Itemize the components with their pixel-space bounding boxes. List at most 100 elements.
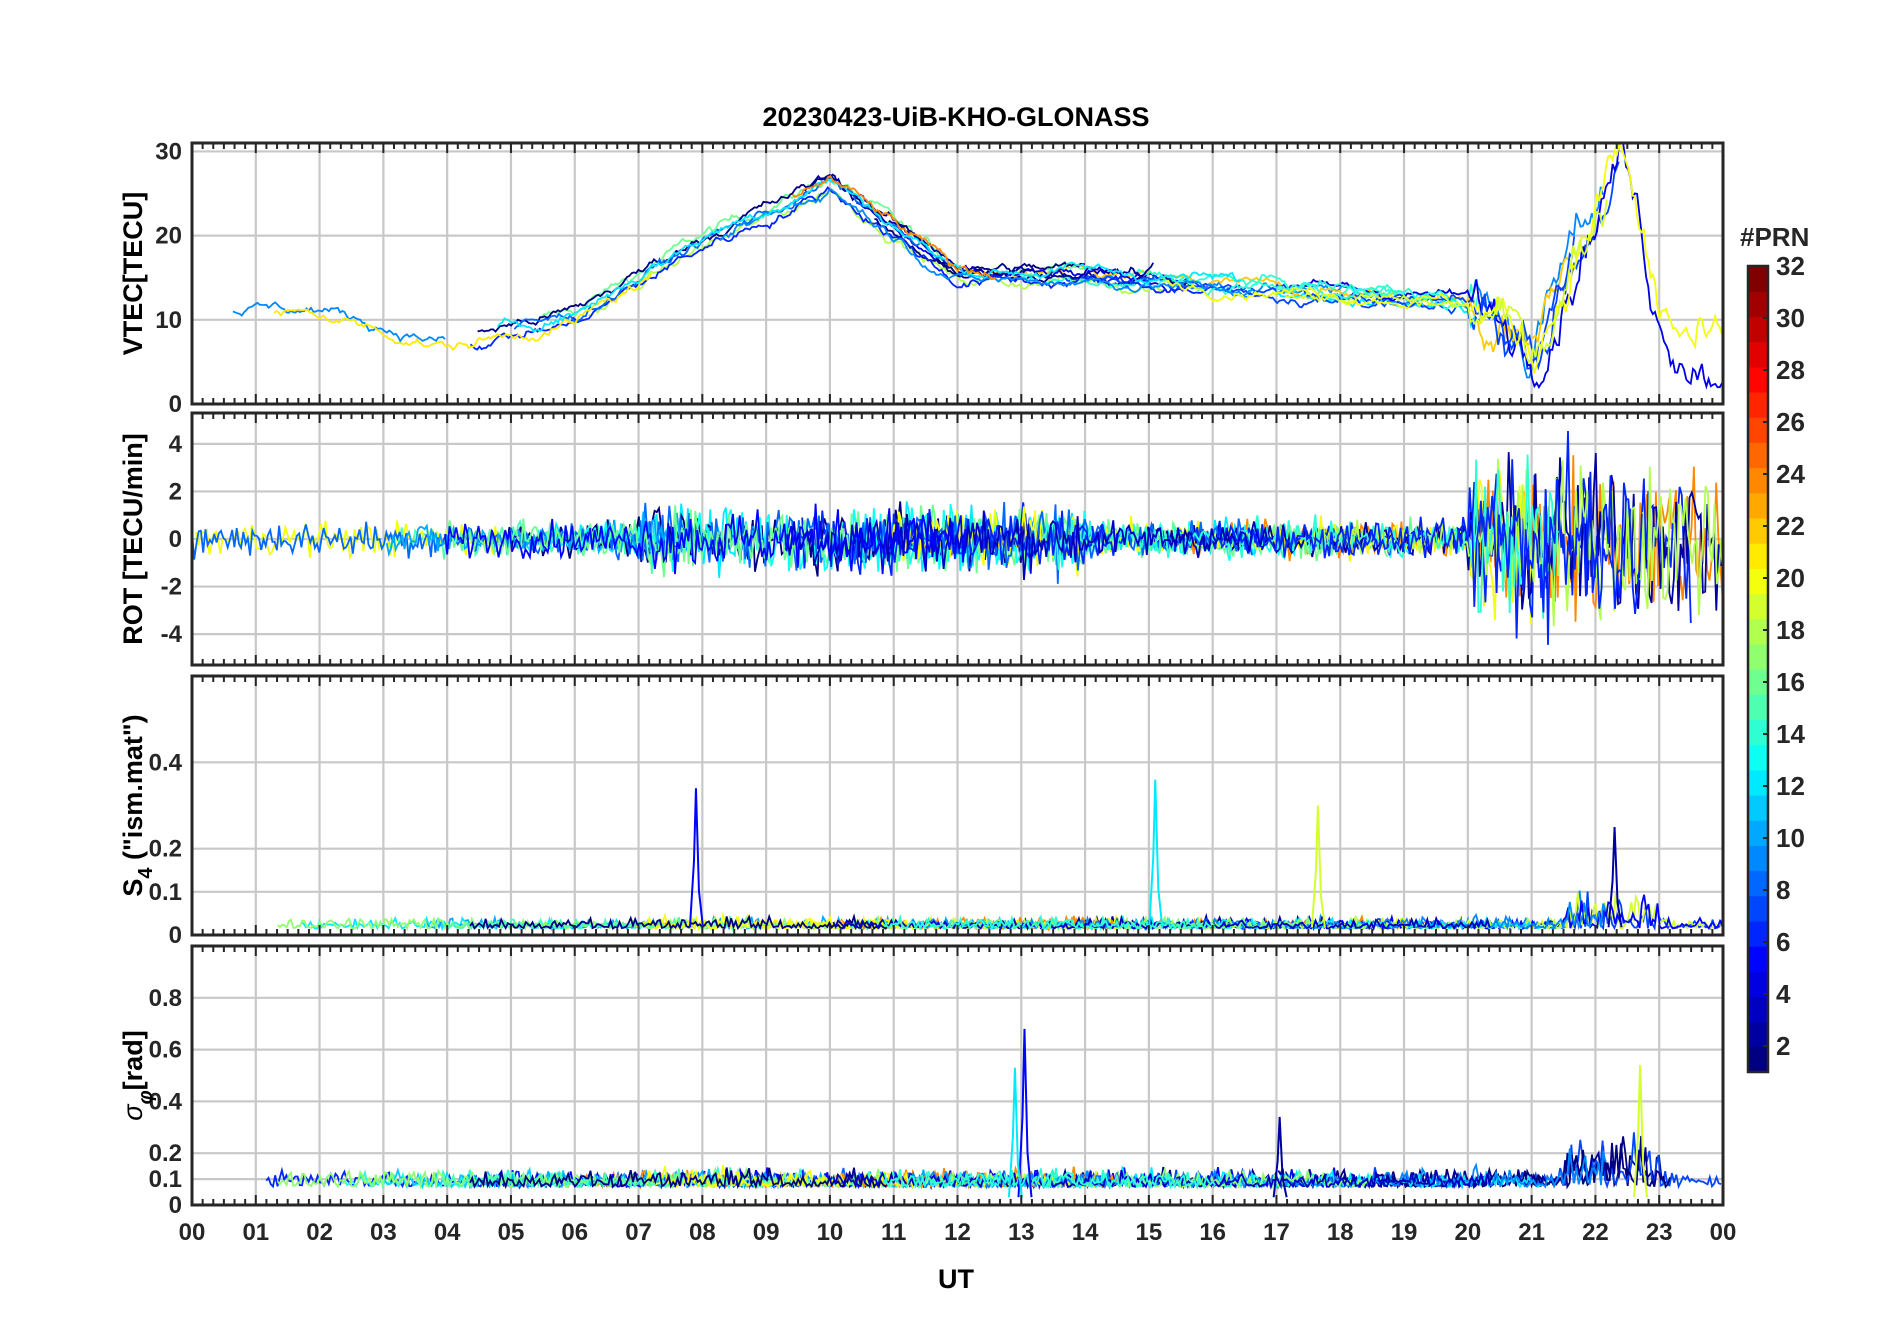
colorbar-segment [1748,442,1768,469]
x-tick-label: 06 [561,1219,588,1246]
colorbar-segment [1748,266,1768,292]
figure: 20230423-UiB-KHO-GLONASS 0102030VTEC[TEC… [118,102,1809,1294]
x-tick-label: 00 [1710,1219,1737,1246]
y-tick-label: 0 [169,391,182,418]
colorbar-tick-label: 30 [1776,303,1805,333]
colorbar-tick-label: 32 [1776,251,1805,281]
colorbar-segment [1748,492,1768,519]
y-label-main: S [118,879,148,897]
x-tick-label: 05 [498,1219,525,1246]
series-line [804,173,1154,280]
panels: 0102030VTEC[TECU]-4-2024ROT [TECU/min]00… [118,138,1737,1246]
colorbar-segment [1748,593,1768,620]
x-tick-label: 02 [306,1219,333,1246]
colorbar-segment [1748,820,1768,846]
y-tick-label: 0.2 [149,836,182,863]
figure-title: 20230423-UiB-KHO-GLONASS [762,102,1149,132]
colorbar-tick-label: 16 [1776,667,1805,697]
y-axis-label: VTEC[TECU] [118,192,148,356]
colorbar-tick-label: 8 [1776,875,1790,905]
y-tick-label: 0.6 [149,1037,182,1064]
colorbar-segment [1748,895,1768,922]
x-tick-label: 16 [1199,1219,1226,1246]
colorbar-label: #PRN [1740,222,1809,252]
colorbar-segment [1748,316,1768,343]
x-tick-label: 12 [944,1219,971,1246]
x-tick-label: 15 [1136,1219,1163,1246]
x-tick-label: 19 [1391,1219,1418,1246]
x-tick-label: 09 [753,1219,780,1246]
colorbar: 2468101214161820222426283032#PRN [1740,222,1809,1074]
series-line [1093,186,1604,379]
series-line [469,186,1208,351]
colorbar-segment [1748,946,1768,972]
y-axis-label: ROT [TECU/min] [118,433,148,644]
colorbar-tick-label: 2 [1776,1031,1790,1061]
series-traces [265,1028,1722,1198]
colorbar-tick-label: 10 [1776,823,1805,853]
colorbar-segment [1748,643,1768,670]
y-tick-label: -4 [161,621,183,648]
y-tick-label: 20 [155,223,182,250]
y-label-main: σ [118,1103,148,1121]
panel-vtec: 0 10 20 30 VTEC[TECU] [118,138,1725,418]
colorbar-tick-label: 22 [1776,511,1805,541]
colorbar-segment [1748,1021,1768,1048]
x-tick-label: 13 [1008,1219,1035,1246]
y-tick-label: 0.2 [149,1140,182,1167]
peak-mark [1310,805,1326,928]
colorbar-tick-label: 14 [1776,719,1805,749]
panel-rot: -4 -2 0 2 4 ROT [TECU/min] [118,411,1725,667]
y-tick-label: 30 [155,138,182,165]
colorbar-segment [1748,870,1768,897]
colorbar-segment [1748,618,1768,645]
y-axis-label: S4 ("ism.mat") [118,714,157,896]
y-tick-label: 0.1 [149,879,182,906]
x-tick-label: 04 [434,1219,461,1246]
colorbar-segment [1748,543,1768,569]
colorbar-tick-label: 6 [1776,927,1790,957]
x-tick-label: 23 [1646,1219,1673,1246]
x-tick-label: 21 [1518,1219,1545,1246]
y-tick-label: 0.1 [149,1166,182,1193]
colorbar-segment [1748,417,1768,443]
colorbar-segment [1748,769,1768,796]
colorbar-segment [1748,719,1768,746]
peak-mark [688,788,704,928]
y-tick-label: 10 [155,307,182,334]
y-tick-label: 0.8 [149,985,182,1012]
colorbar-segment [1748,568,1768,595]
colorbar-segment [1748,291,1768,317]
panel-sigma_phi: 00.10.20.40.60.8σφ[rad] [118,944,1725,1219]
colorbar-segment [1748,341,1768,368]
series-line [874,218,1193,288]
x-tick-label: 07 [625,1219,652,1246]
y-tick-label: -2 [161,574,182,601]
colorbar-tick-label: 12 [1776,771,1805,801]
y-tick-label: 0 [169,1192,182,1219]
series-traces [277,779,1723,932]
x-tick-label: 18 [1327,1219,1354,1246]
x-tick-label: 10 [817,1219,844,1246]
colorbar-segment [1748,845,1768,872]
colorbar-segment [1748,1046,1768,1073]
colorbar-segment [1748,694,1768,720]
series-line [1163,143,1723,374]
series-line [1285,199,1608,364]
y-tick-label: 4 [169,431,183,458]
x-tick-label: 14 [1072,1219,1099,1246]
colorbar-segment [1748,467,1768,494]
y-label-rest: ("ism.mat") [118,714,148,867]
y-tick-label: 0 [169,922,182,949]
x-tick-label: 20 [1454,1219,1481,1246]
peak-mark [1148,779,1164,928]
y-tick-label: 0 [169,526,182,553]
colorbar-segment [1748,517,1768,544]
series-line [1167,161,1620,371]
colorbar-segment [1748,996,1768,1023]
x-axis-label: UT [938,1264,974,1294]
x-tick-label: 17 [1263,1219,1290,1246]
series-line [477,173,1086,333]
colorbar-tick-label: 20 [1776,563,1805,593]
x-tick-label: 01 [242,1219,269,1246]
